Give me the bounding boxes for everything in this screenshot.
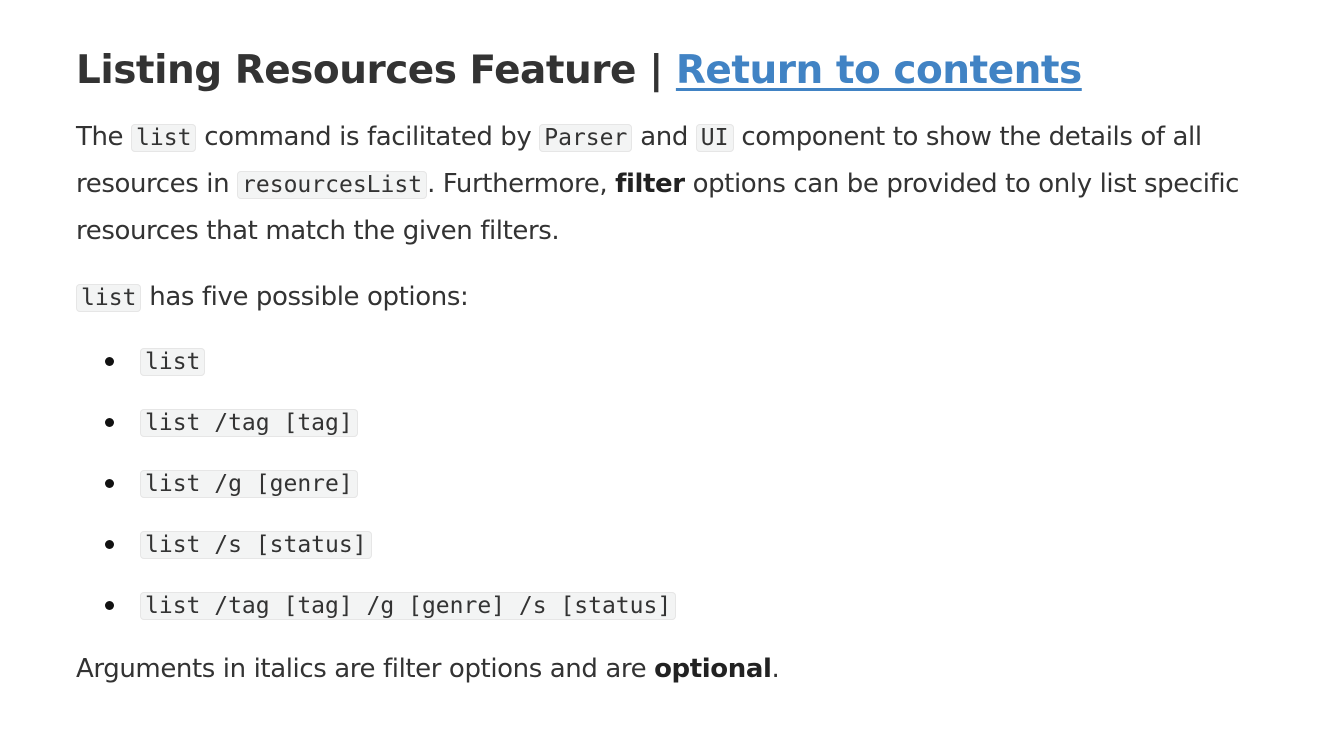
list-item: list /g [genre] — [105, 463, 1306, 504]
heading-separator: | — [649, 48, 663, 93]
intro-text: . Furthermore, — [427, 169, 616, 199]
option-code: list /tag [tag] /g [genre] /s [status] — [140, 592, 677, 620]
note-text: Arguments in italics are filter options … — [76, 654, 655, 684]
document-page: Listing Resources Feature | Return to co… — [0, 0, 1341, 750]
inline-code-ui: UI — [695, 124, 734, 152]
list-item: list /tag [tag] — [105, 402, 1306, 443]
intro-text: command is facilitated by — [196, 122, 540, 152]
options-intro-text: has five possible options: — [141, 282, 469, 312]
note-paragraph: Arguments in italics are filter options … — [76, 646, 1306, 692]
list-item: list /s [status] — [105, 524, 1306, 565]
options-intro-paragraph: list has five possible options: — [76, 274, 1306, 321]
option-code: list /tag [tag] — [140, 409, 358, 437]
option-code: list — [140, 348, 206, 376]
inline-code-list: list — [131, 124, 197, 152]
list-item: list — [105, 341, 1306, 382]
section-heading: Listing Resources Feature | Return to co… — [76, 44, 1306, 98]
inline-code-parser: Parser — [539, 124, 633, 152]
options-list: list list /tag [tag] list /g [genre] lis… — [76, 341, 1306, 626]
heading-title: Listing Resources Feature — [76, 48, 636, 93]
intro-text: The — [76, 122, 132, 152]
intro-text: and — [632, 122, 696, 152]
bold-optional: optional — [654, 654, 772, 684]
document-content: Listing Resources Feature | Return to co… — [76, 44, 1306, 712]
option-code: list /g [genre] — [140, 470, 358, 498]
return-to-contents-link[interactable]: Return to contents — [676, 48, 1082, 93]
inline-code-resourceslist: resourcesList — [237, 171, 428, 199]
inline-code-list: list — [76, 284, 142, 312]
list-item: list /tag [tag] /g [genre] /s [status] — [105, 585, 1306, 626]
bold-filter: filter — [615, 169, 685, 199]
note-text: . — [771, 654, 780, 684]
option-code: list /s [status] — [140, 531, 372, 559]
intro-paragraph: The list command is facilitated by Parse… — [76, 114, 1306, 254]
